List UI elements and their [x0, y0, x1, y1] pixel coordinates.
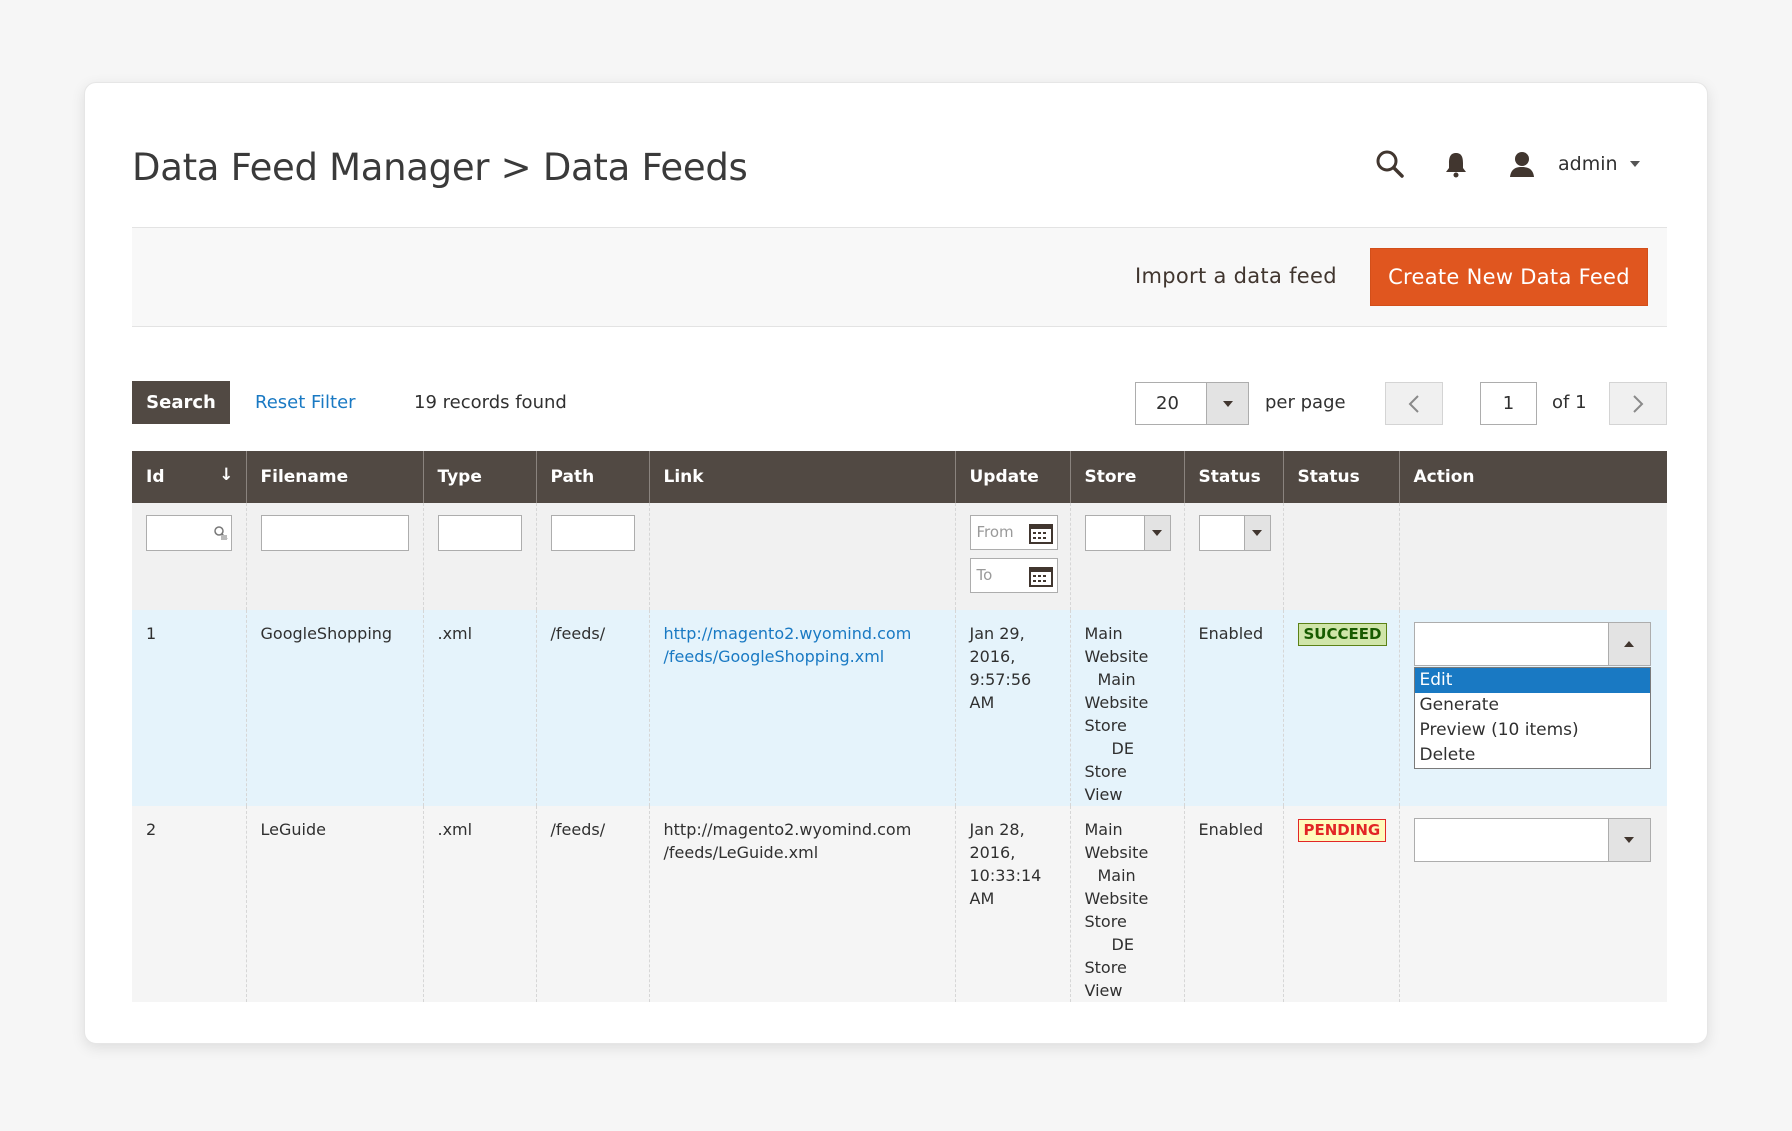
range-filter-icon[interactable]: [213, 525, 229, 541]
path-filter-input[interactable]: [550, 515, 635, 551]
column-header-status-badge[interactable]: Status: [1282, 451, 1399, 503]
cell-action: Edit Generate Preview (10 items) Delete: [1398, 610, 1667, 806]
column-header-id[interactable]: Id ↓: [132, 451, 246, 503]
data-feeds-grid: Id ↓ Filename Type Path Link Update Store…: [132, 451, 1667, 1002]
status-badge: SUCCEED: [1297, 623, 1388, 646]
per-page-label: per page: [1265, 392, 1346, 413]
cell-action: [1398, 806, 1667, 1002]
id-filter-input[interactable]: [146, 515, 232, 551]
user-icon[interactable]: [1502, 146, 1542, 182]
admin-menu[interactable]: admin: [1558, 153, 1618, 175]
bell-icon[interactable]: [1436, 146, 1476, 182]
page-number-input[interactable]: [1480, 382, 1537, 425]
cell-update: Jan 28, 2016, 10:33:14 AM: [954, 806, 1070, 1002]
previous-page-button[interactable]: [1385, 382, 1443, 425]
action-select[interactable]: [1413, 818, 1651, 862]
per-page-value: 20: [1156, 393, 1179, 414]
cell-status: Enabled: [1183, 610, 1283, 806]
menu-item-generate[interactable]: Generate: [1415, 693, 1650, 718]
chevron-down-icon[interactable]: [1629, 161, 1640, 167]
column-header-link[interactable]: Link: [648, 451, 955, 503]
cell-type: .xml: [422, 806, 536, 1002]
chevron-down-icon[interactable]: [1143, 516, 1170, 550]
page-title: Data Feed Manager > Data Feeds: [132, 146, 748, 189]
type-filter-input[interactable]: [437, 515, 522, 551]
page-of-label: of 1: [1552, 392, 1587, 413]
cell-type: .xml: [422, 610, 536, 806]
reset-filter-link[interactable]: Reset Filter: [255, 392, 356, 413]
cell-path: /feeds/: [535, 806, 649, 1002]
next-page-button[interactable]: [1609, 382, 1667, 425]
table-row[interactable]: 2 LeGuide .xml /feeds/ http://magento2.w…: [132, 806, 1667, 1002]
update-to-input[interactable]: To: [969, 558, 1058, 593]
column-header-path[interactable]: Path: [535, 451, 649, 503]
chevron-down-icon[interactable]: [1607, 819, 1650, 861]
chevron-left-icon: [1408, 394, 1419, 413]
search-button[interactable]: Search: [132, 381, 230, 424]
column-header-update[interactable]: Update: [954, 451, 1070, 503]
status-badge: PENDING: [1297, 819, 1387, 842]
cell-filename: GoogleShopping: [245, 610, 423, 806]
records-count: 19 records found: [414, 392, 567, 413]
feed-link[interactable]: http://magento2.wyomind.com /feeds/Googl…: [664, 622, 941, 668]
create-new-data-feed-button[interactable]: Create New Data Feed: [1370, 248, 1648, 306]
grid-header-row: Id ↓ Filename Type Path Link Update Store…: [132, 451, 1667, 503]
feed-link[interactable]: http://magento2.wyomind.com /feeds/LeGui…: [664, 818, 941, 864]
cell-status-badge: PENDING: [1282, 806, 1399, 1002]
menu-item-delete[interactable]: Delete: [1415, 743, 1650, 768]
menu-item-edit[interactable]: Edit: [1414, 668, 1650, 693]
cell-update: Jan 29, 2016, 9:57:56 AM: [954, 610, 1070, 806]
column-header-filename[interactable]: Filename: [245, 451, 423, 503]
column-header-store[interactable]: Store: [1069, 451, 1184, 503]
cell-id: 1: [132, 610, 246, 806]
status-filter-select[interactable]: [1198, 515, 1271, 551]
store-filter-select[interactable]: [1084, 515, 1171, 551]
cell-filename: LeGuide: [245, 806, 423, 1002]
chevron-right-icon: [1633, 394, 1644, 413]
filter-row: From To: [132, 503, 1667, 610]
action-select[interactable]: [1413, 622, 1651, 666]
per-page-select[interactable]: 20: [1135, 382, 1249, 425]
search-icon[interactable]: [1370, 146, 1410, 182]
cell-link: http://magento2.wyomind.com /feeds/LeGui…: [648, 806, 955, 1002]
menu-item-preview[interactable]: Preview (10 items): [1415, 718, 1650, 743]
cell-link: http://magento2.wyomind.com /feeds/Googl…: [648, 610, 955, 806]
chevron-down-icon[interactable]: [1206, 383, 1248, 424]
column-header-status[interactable]: Status: [1183, 451, 1283, 503]
cell-status-badge: SUCCEED: [1282, 610, 1399, 806]
column-header-type[interactable]: Type: [422, 451, 536, 503]
cell-store: Main Website Main Website Store DE Store…: [1069, 806, 1184, 1002]
cell-status: Enabled: [1183, 806, 1283, 1002]
column-header-action: Action: [1398, 451, 1667, 503]
header-actions: admin: [1370, 146, 1640, 182]
chevron-up-icon[interactable]: [1607, 623, 1650, 665]
cell-store: Main Website Main Website Store DE Store…: [1069, 610, 1184, 806]
cell-path: /feeds/: [535, 610, 649, 806]
chevron-down-icon[interactable]: [1243, 516, 1270, 550]
action-dropdown-menu: Edit Generate Preview (10 items) Delete: [1413, 667, 1651, 769]
import-data-feed-button[interactable]: Import a data feed: [1135, 264, 1337, 288]
sort-arrow-icon: ↓: [219, 465, 234, 485]
cell-id: 2: [132, 806, 246, 1002]
table-row[interactable]: 1 GoogleShopping .xml /feeds/ http://mag…: [132, 610, 1667, 806]
filename-filter-input[interactable]: [260, 515, 409, 551]
calendar-icon[interactable]: [1028, 565, 1053, 587]
update-from-input[interactable]: From: [969, 515, 1058, 550]
calendar-icon[interactable]: [1028, 522, 1053, 544]
